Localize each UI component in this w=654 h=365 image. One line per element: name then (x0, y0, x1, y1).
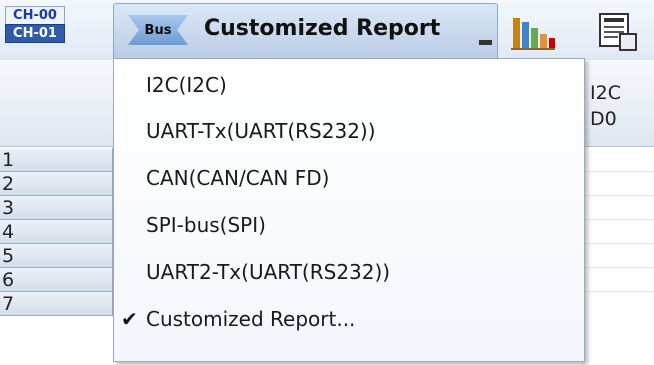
row-number: 3 (2, 197, 15, 219)
channel-top-label: CH-00 (5, 6, 65, 24)
bar-chart-icon[interactable] (509, 12, 557, 50)
row-header-2[interactable]: 2 (0, 172, 113, 196)
menu-item-label: CAN(CAN/CAN FD) (146, 166, 330, 190)
report-selector-button[interactable]: Bus Customized Report (113, 3, 498, 59)
row-number: 7 (2, 293, 15, 315)
menu-item-i2c[interactable]: I2C(I2C) (114, 65, 584, 109)
report-dropdown-menu: I2C(I2C) UART-Tx(UART(RS232)) CAN(CAN/CA… (113, 58, 585, 362)
bus-icon: Bus (128, 15, 188, 45)
report-export-icon[interactable] (598, 12, 638, 52)
checkmark-icon: ✔ (121, 307, 138, 331)
menu-item-label: I2C(I2C) (146, 73, 227, 97)
menu-item-uart-tx[interactable]: UART-Tx(UART(RS232)) (114, 111, 584, 155)
row-header-5[interactable]: 5 (0, 244, 113, 268)
row-number: 6 (2, 269, 15, 291)
menu-item-label: Customized Report... (146, 307, 356, 331)
channel-indicator[interactable]: CH-00 CH-01 (5, 6, 65, 43)
menu-item-uart2-tx[interactable]: UART2-Tx(UART(RS232)) (114, 252, 584, 296)
row-number: 1 (2, 149, 15, 171)
menu-item-can[interactable]: CAN(CAN/CAN FD) (114, 158, 584, 202)
row-header-4[interactable]: 4 (0, 220, 113, 244)
column-header-i2c[interactable]: I2C D0 (582, 60, 654, 147)
column-header-line: D0 (590, 108, 617, 130)
toolbar: CH-00 CH-01 Bus Customized Report (0, 0, 654, 61)
row-header-3[interactable]: 3 (0, 196, 113, 220)
row-header-6[interactable]: 6 (0, 268, 113, 292)
row-number: 2 (2, 173, 15, 195)
selected-report-label: Customized Report (204, 16, 441, 41)
grid-corner-cell (0, 60, 114, 147)
row-header-7[interactable]: 7 (0, 292, 113, 316)
menu-item-label: UART2-Tx(UART(RS232)) (146, 260, 391, 284)
menu-item-label: UART-Tx(UART(RS232)) (146, 119, 376, 143)
channel-bottom-label: CH-01 (5, 24, 65, 43)
row-header-1[interactable]: 1 (0, 148, 113, 172)
column-header-line: I2C (590, 82, 621, 104)
row-number: 5 (2, 245, 15, 267)
row-number: 4 (2, 221, 15, 243)
menu-item-customized-report[interactable]: ✔ Customized Report... (114, 299, 584, 343)
menu-item-label: SPI-bus(SPI) (146, 213, 266, 237)
menu-item-spi-bus[interactable]: SPI-bus(SPI) (114, 205, 584, 249)
dropdown-caret-icon (479, 40, 492, 45)
bus-icon-label: Bus (144, 22, 172, 38)
